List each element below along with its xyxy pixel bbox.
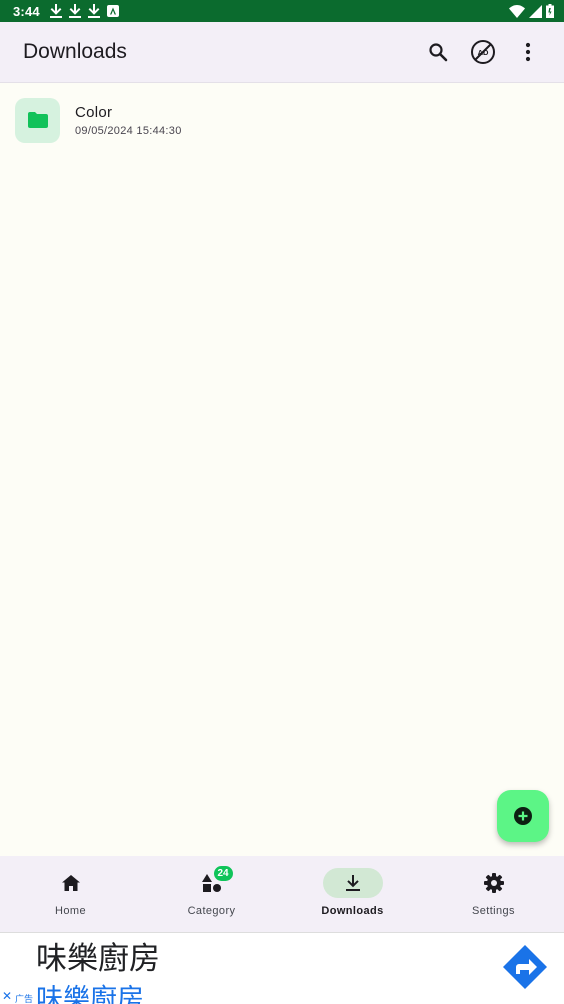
- bottom-navigation: Home 24 Category Downloads Settings: [0, 856, 564, 932]
- ad-banner[interactable]: 味樂廚房 味樂廚房 ✕ 广告: [0, 932, 564, 1004]
- search-icon: [428, 43, 447, 62]
- file-date: 09/05/2024 15:44:30: [75, 124, 182, 137]
- app-store-icon: [106, 5, 119, 17]
- ad-tag: 广告: [15, 994, 34, 1004]
- folder-thumbnail: [15, 97, 60, 143]
- download-icon: [87, 4, 100, 18]
- nav-pill: 24: [182, 866, 242, 898]
- folder-icon: [27, 112, 48, 128]
- nav-label: Downloads: [321, 905, 384, 917]
- status-time: 3:44: [13, 3, 40, 19]
- signal-icon: [529, 4, 542, 18]
- nav-item-settings[interactable]: Settings: [423, 856, 564, 932]
- battery-icon: [546, 4, 554, 18]
- app-bar: Downloads AD: [0, 22, 564, 83]
- nav-label: Category: [187, 905, 236, 917]
- download-icon: [68, 4, 81, 18]
- nav-label: Settings: [472, 905, 515, 917]
- download-icon: [345, 875, 360, 891]
- page-title: Downloads: [23, 40, 127, 63]
- more-options-button[interactable]: [505, 30, 550, 75]
- system-icons: [509, 4, 554, 18]
- search-button[interactable]: [415, 30, 460, 75]
- wifi-icon: [509, 4, 525, 18]
- home-icon: [61, 875, 80, 891]
- ad-title[interactable]: 味樂廚房: [36, 933, 160, 978]
- notification-icons: [49, 4, 119, 18]
- ad-block-button[interactable]: AD: [460, 30, 505, 75]
- ad-subtitle[interactable]: 味樂廚房: [36, 977, 144, 1004]
- nav-pill: [41, 868, 101, 898]
- list-item[interactable]: Color 09/05/2024 15:44:30: [0, 84, 564, 156]
- ad-directions-button[interactable]: [502, 944, 548, 990]
- download-icon: [49, 4, 62, 18]
- nav-item-downloads[interactable]: Downloads: [282, 856, 423, 932]
- file-name: Color: [75, 103, 113, 121]
- settings-icon: [483, 873, 504, 893]
- nav-label: Home: [55, 905, 86, 917]
- add-circle-icon: [514, 807, 532, 825]
- category-badge: 24: [213, 866, 233, 881]
- file-info: Color 09/05/2024 15:44:30: [75, 104, 182, 137]
- ad-block-icon: AD: [470, 40, 495, 64]
- nav-item-home[interactable]: Home: [0, 856, 141, 932]
- status-bar: 3:44: [0, 0, 564, 22]
- more-vert-icon: [525, 42, 530, 62]
- nav-pill: [464, 868, 524, 898]
- nav-pill-active: [322, 868, 383, 898]
- add-download-button[interactable]: [497, 790, 549, 842]
- downloads-list: Color 09/05/2024 15:44:30: [0, 84, 564, 856]
- ad-close-button[interactable]: ✕: [2, 989, 12, 1003]
- nav-item-category[interactable]: 24 Category: [141, 856, 282, 932]
- svg-text:AD: AD: [477, 48, 488, 57]
